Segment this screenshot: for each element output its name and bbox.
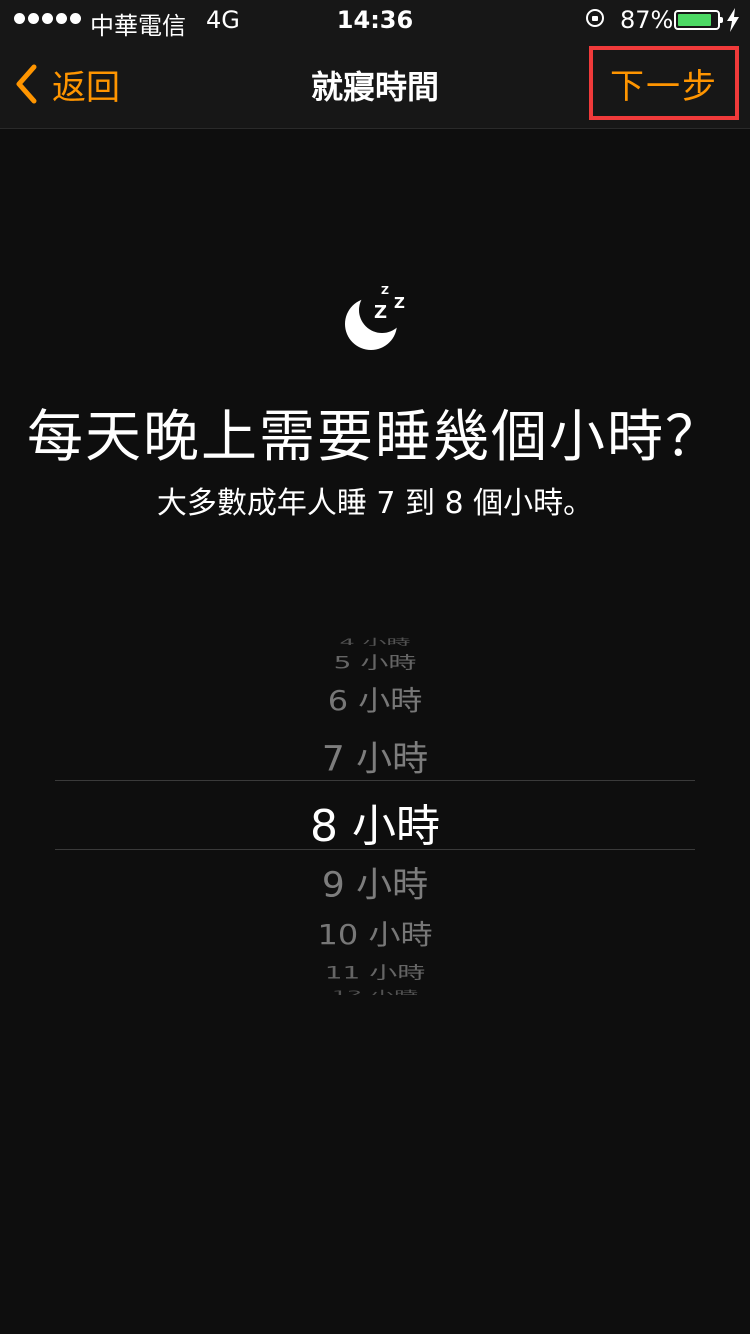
picker-item[interactable]: 4 小時: [0, 635, 750, 647]
battery-level-fill: [678, 14, 711, 26]
charging-bolt-icon: [727, 8, 739, 32]
svg-text:Z: Z: [394, 294, 405, 312]
hours-picker[interactable]: 4 小時 5 小時 6 小時 7 小時 8 小時 9 小時 10 小時 11 小時 12 小時: [0, 630, 750, 995]
next-label: 下一步: [610, 66, 718, 107]
picker-item[interactable]: 9 小時: [0, 857, 750, 907]
picker-item[interactable]: 6 小時: [0, 679, 750, 718]
picker-item[interactable]: 5 小時: [0, 650, 750, 674]
picker-item-selected[interactable]: 8 小時: [0, 790, 750, 854]
next-button[interactable]: 下一步: [589, 46, 739, 120]
picker-item[interactable]: 10 小時: [0, 913, 750, 952]
battery-icon: [674, 10, 723, 30]
picker-item[interactable]: 12 小時: [0, 987, 750, 995]
picker-item[interactable]: 11 小時: [0, 960, 750, 984]
battery-percent: 87%: [620, 6, 674, 34]
svg-text:Z: Z: [381, 284, 389, 297]
moon-sleep-icon: Z Z Z: [345, 284, 405, 350]
svg-text:Z: Z: [374, 302, 387, 323]
picker-item[interactable]: 7 小時: [0, 731, 750, 781]
rotation-lock-icon: [586, 9, 604, 27]
status-bar: 中華電信 4G 14:36 87%: [0, 0, 750, 40]
navigation-bar: 返回 就寢時間 下一步: [0, 40, 750, 129]
sleep-hours-hint: 大多數成年人睡 7 到 8 個小時。: [156, 486, 594, 521]
sleep-hours-question: 每天晚上需要睡幾個小時？: [27, 405, 723, 470]
